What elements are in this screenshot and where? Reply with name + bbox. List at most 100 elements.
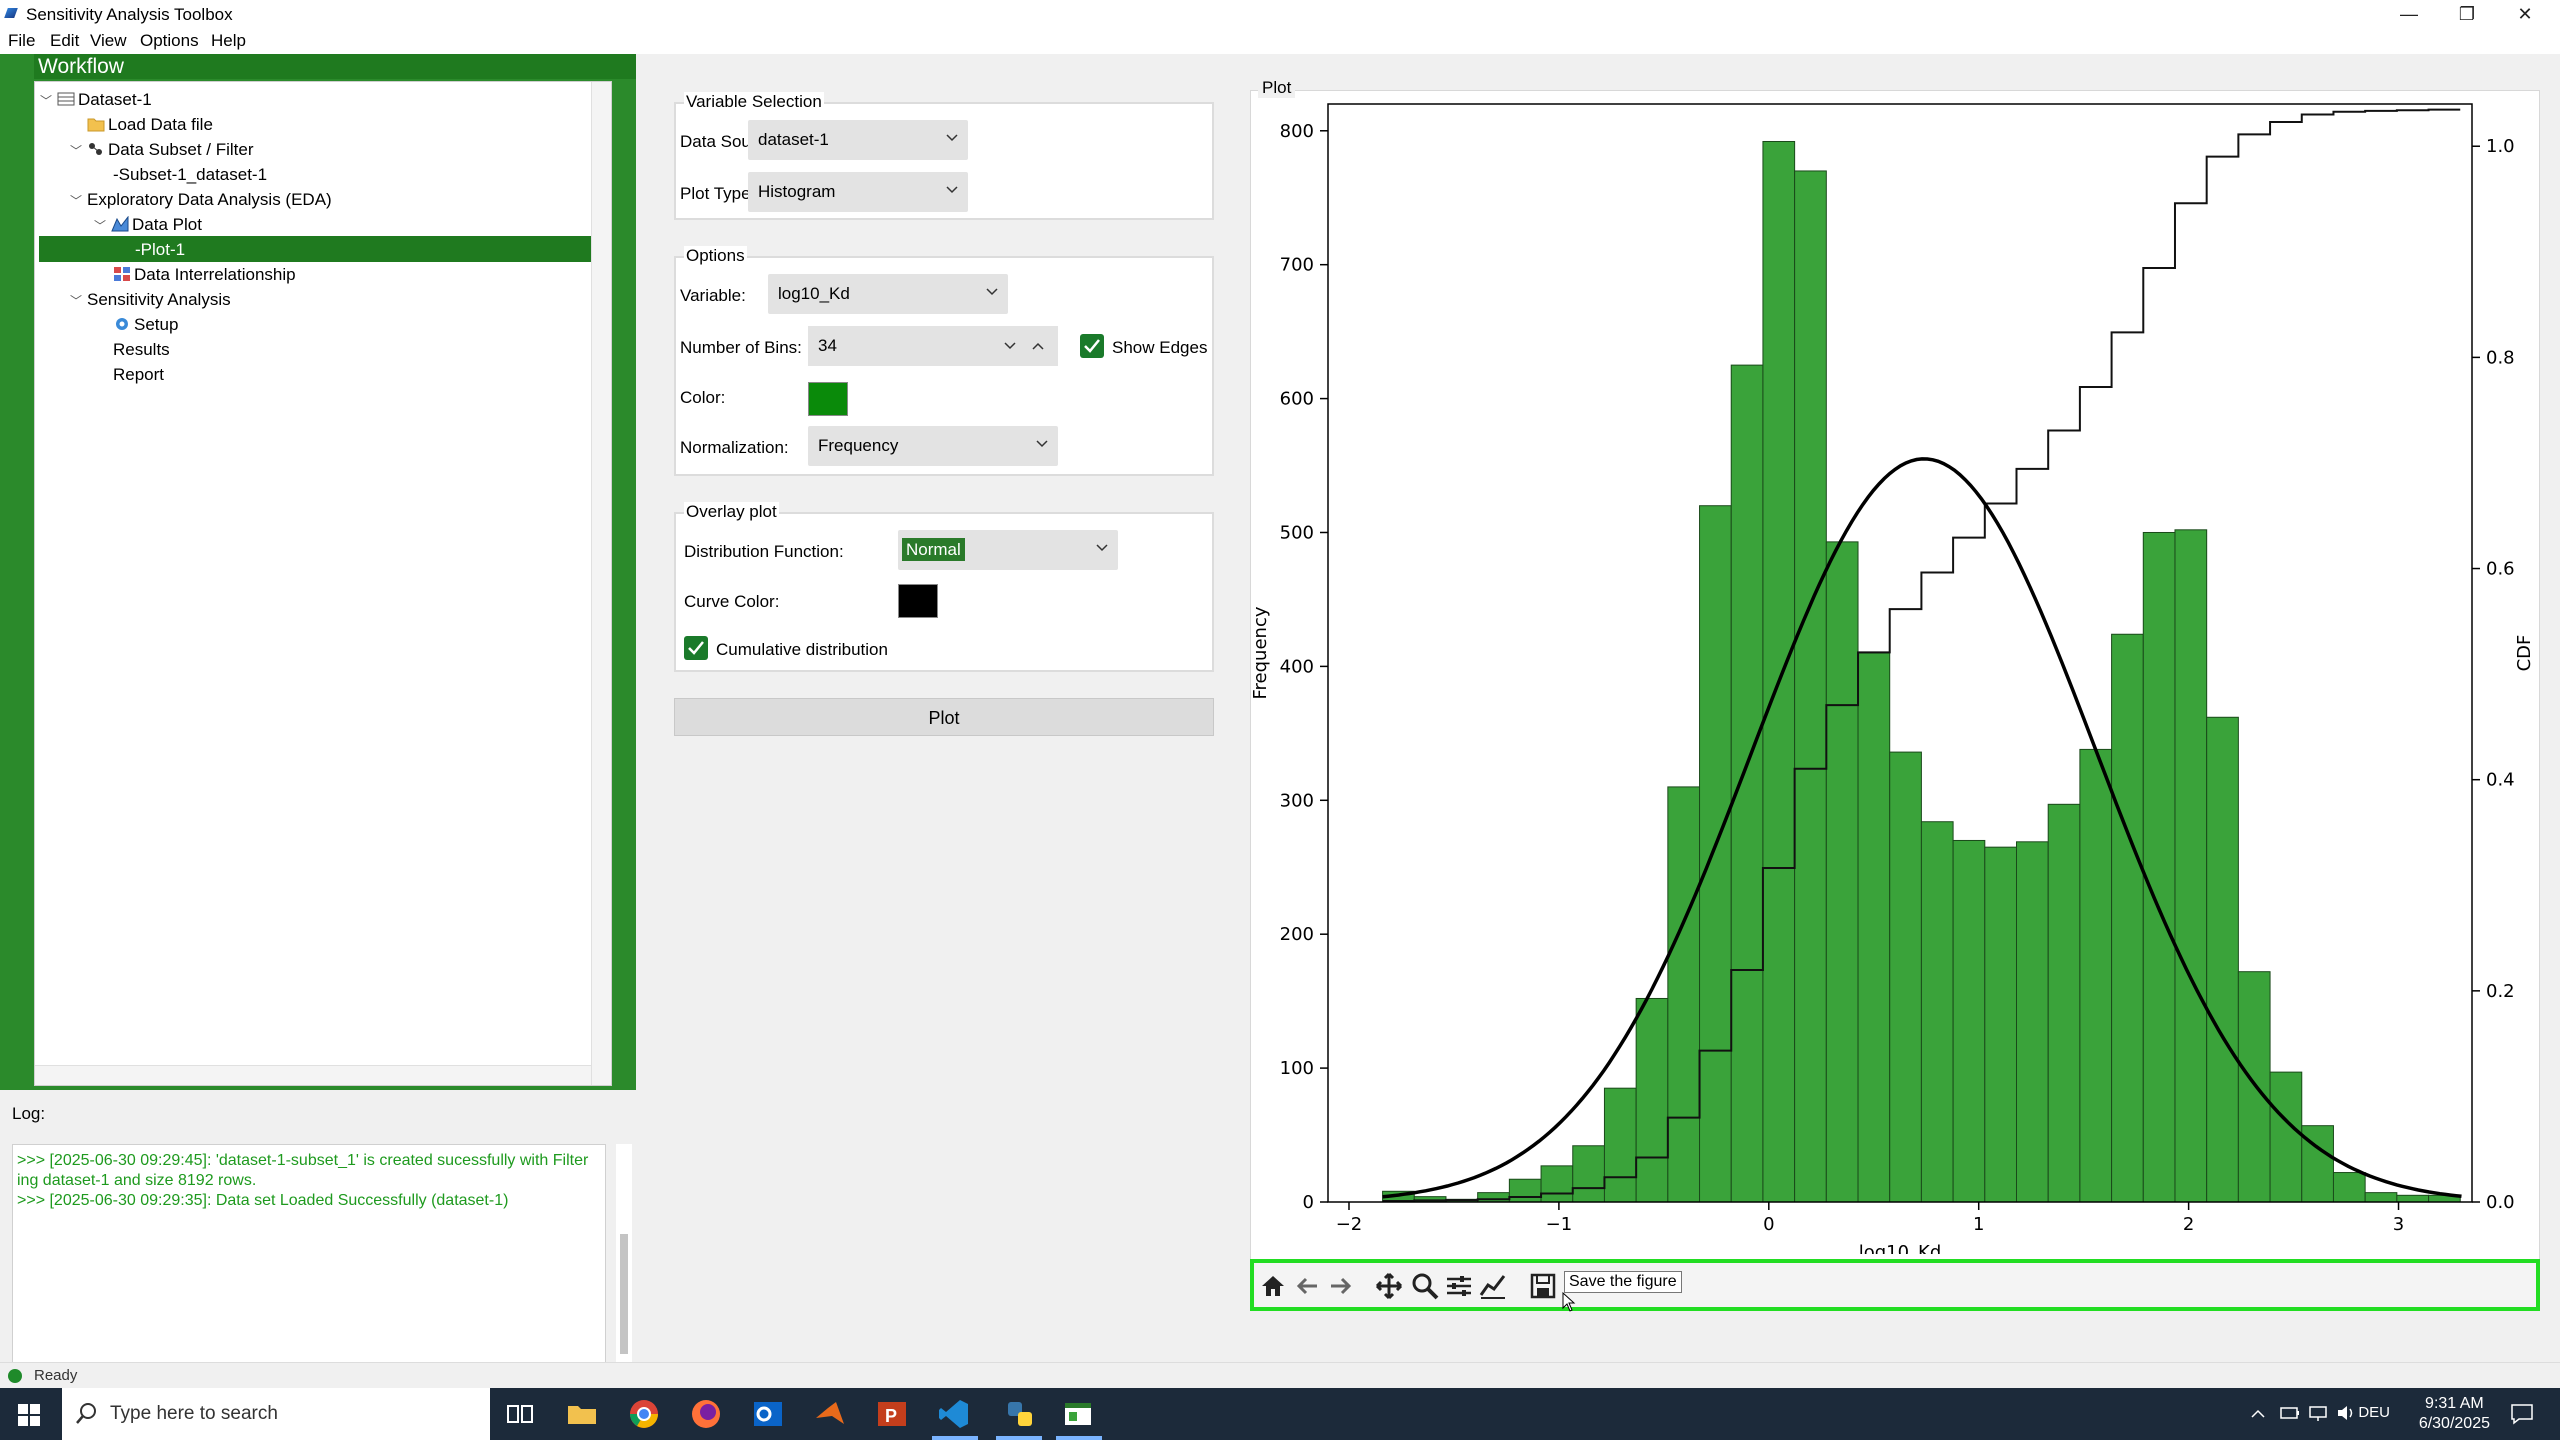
keyboard-language[interactable]: DEU — [2358, 1404, 2390, 1421]
battery-icon[interactable] — [2280, 1404, 2300, 1422]
tree-item-interrelationship[interactable]: Data Interrelationship — [113, 263, 296, 287]
chevron-down-icon — [1096, 544, 1108, 552]
variable-label: Variable: — [680, 286, 746, 305]
log-scrollbar[interactable] — [616, 1144, 632, 1364]
histogram-bar — [1857, 652, 1891, 1203]
tree-label: Results — [113, 340, 170, 359]
x-tick-label: −1 — [1546, 1214, 1573, 1235]
histogram-bar — [2111, 633, 2144, 1203]
tree-item-results[interactable]: Results — [113, 338, 170, 362]
taskbar-search[interactable]: Type here to search — [62, 1388, 490, 1440]
histogram-chart[interactable]: −2 −1 0 1 2 3 0 100 200 300 400 500 600 700 800 0.0 0.2 0… — [1236, 54, 2560, 1254]
bar-color-swatch[interactable] — [808, 382, 848, 416]
menu-edit[interactable]: Edit — [50, 31, 79, 51]
restore-button[interactable]: ❐ — [2438, 0, 2496, 28]
firefox-icon[interactable] — [690, 1398, 722, 1430]
tree-item-subset-1[interactable]: -Subset-1_dataset-1 — [113, 163, 267, 187]
tree-item-data-plot[interactable]: ﹀ Data Plot — [93, 213, 202, 237]
plot-button[interactable]: Plot — [674, 698, 1214, 736]
collapse-icon[interactable]: ﹀ — [69, 189, 83, 213]
y-tick-label: 0 — [1303, 1192, 1314, 1213]
subplots-button[interactable] — [1444, 1271, 1474, 1301]
edit-axis-button[interactable] — [1478, 1271, 1508, 1301]
forward-button[interactable] — [1326, 1271, 1356, 1301]
menu-help[interactable]: Help — [211, 31, 246, 51]
minimize-button[interactable]: — — [2380, 0, 2438, 28]
matlab-icon[interactable] — [814, 1398, 846, 1430]
powerpoint-icon[interactable]: P — [876, 1398, 908, 1430]
log-output[interactable]: >>> [2025-06-30 09:29:45]: 'dataset-1-su… — [12, 1144, 606, 1364]
x-axis-label: log10_Kd — [1859, 1242, 1942, 1254]
network-icon[interactable] — [2308, 1404, 2328, 1422]
collapse-icon[interactable]: ﹀ — [93, 214, 107, 238]
chevron-up-icon[interactable] — [2250, 1406, 2266, 1422]
tree-item-dataset[interactable]: ﹀ Dataset-1 — [39, 88, 152, 112]
chevron-up-icon[interactable] — [1032, 340, 1044, 352]
data-source-value: dataset-1 — [758, 130, 829, 149]
histogram-bar — [1794, 170, 1827, 1203]
tree-item-plot-1[interactable]: -Plot-1 — [135, 238, 185, 262]
collapse-icon[interactable]: ﹀ — [69, 289, 83, 313]
tree-item-eda[interactable]: ﹀ Exploratory Data Analysis (EDA) — [69, 188, 332, 212]
close-button[interactable]: ✕ — [2496, 0, 2554, 28]
show-edges-checkbox[interactable] — [1080, 334, 1104, 358]
tree-label: Exploratory Data Analysis (EDA) — [87, 190, 332, 209]
variable-select[interactable]: log10_Kd — [768, 274, 1008, 314]
y-tick-label: 600 — [1280, 389, 1314, 410]
cumulative-label: Cumulative distribution — [716, 640, 888, 659]
options-group: Options Variable: log10_Kd Number of Bin… — [674, 246, 1214, 476]
notifications-icon[interactable] — [2510, 1402, 2534, 1426]
tree-item-setup[interactable]: Setup — [113, 313, 178, 337]
search-icon — [76, 1403, 96, 1424]
tree-item-load-data[interactable]: Load Data file — [87, 113, 213, 137]
normalization-select[interactable]: Frequency — [808, 426, 1058, 466]
workflow-panel: Workflow ﹀ Dataset-1 Load Data file ﹀ Data… — [0, 54, 636, 1090]
cumulative-checkbox[interactable] — [684, 636, 708, 660]
chevron-down-icon — [1036, 440, 1048, 448]
windows-start-icon[interactable] — [18, 1404, 40, 1426]
system-clock[interactable]: 9:31 AM 6/30/2025 — [2419, 1394, 2490, 1434]
python-icon[interactable] — [1004, 1398, 1036, 1430]
chevron-down-icon — [946, 134, 958, 142]
histogram-bar — [1920, 821, 1954, 1203]
distribution-select[interactable]: Normal — [898, 530, 1118, 570]
chevron-down-icon[interactable] — [1004, 340, 1016, 352]
data-source-select[interactable]: dataset-1 — [748, 120, 968, 160]
file-explorer-icon[interactable] — [566, 1398, 598, 1430]
back-button[interactable] — [1292, 1271, 1322, 1301]
plot-type-label: Plot Type: — [680, 184, 756, 203]
volume-icon[interactable] — [2336, 1404, 2356, 1422]
tree-label: Data Subset / Filter — [108, 140, 254, 159]
chevron-down-icon — [986, 288, 998, 296]
collapse-icon[interactable]: ﹀ — [69, 139, 83, 163]
menu-file[interactable]: File — [8, 31, 35, 51]
save-icon — [1530, 1273, 1556, 1299]
plot-type-select[interactable]: Histogram — [748, 172, 968, 212]
clock-date: 6/30/2025 — [2418, 1415, 2490, 1432]
menu-options[interactable]: Options — [140, 31, 199, 51]
menu-view[interactable]: View — [90, 31, 127, 51]
tree-item-report[interactable]: Report — [113, 363, 164, 387]
tree-selection-highlight — [39, 236, 607, 262]
chrome-icon[interactable] — [628, 1398, 660, 1430]
app-window-icon[interactable] — [1062, 1398, 1094, 1430]
bins-stepper[interactable]: 34 — [808, 326, 1058, 366]
vscode-icon[interactable] — [938, 1398, 970, 1430]
task-view-icon[interactable] — [504, 1398, 536, 1430]
outlook-icon[interactable] — [752, 1398, 784, 1430]
normalization-value: Frequency — [818, 436, 899, 455]
curve-color-swatch[interactable] — [898, 584, 938, 618]
tree-vertical-scrollbar[interactable] — [591, 82, 611, 1085]
histogram-bar — [2332, 1172, 2366, 1203]
histogram-bar — [1952, 839, 1986, 1203]
pan-button[interactable] — [1374, 1271, 1404, 1301]
tree-item-sensitivity[interactable]: ﹀ Sensitivity Analysis — [69, 288, 231, 312]
zoom-button[interactable] — [1410, 1271, 1440, 1301]
tree-horizontal-scrollbar[interactable] — [35, 1065, 591, 1085]
log-scroll-thumb[interactable] — [620, 1234, 628, 1354]
collapse-icon[interactable]: ﹀ — [39, 89, 53, 113]
tree-item-subset-filter[interactable]: ﹀ Data Subset / Filter — [69, 138, 254, 162]
save-figure-button[interactable] — [1528, 1271, 1558, 1301]
x-tick-label: 3 — [2393, 1214, 2404, 1235]
home-button[interactable] — [1258, 1271, 1288, 1301]
